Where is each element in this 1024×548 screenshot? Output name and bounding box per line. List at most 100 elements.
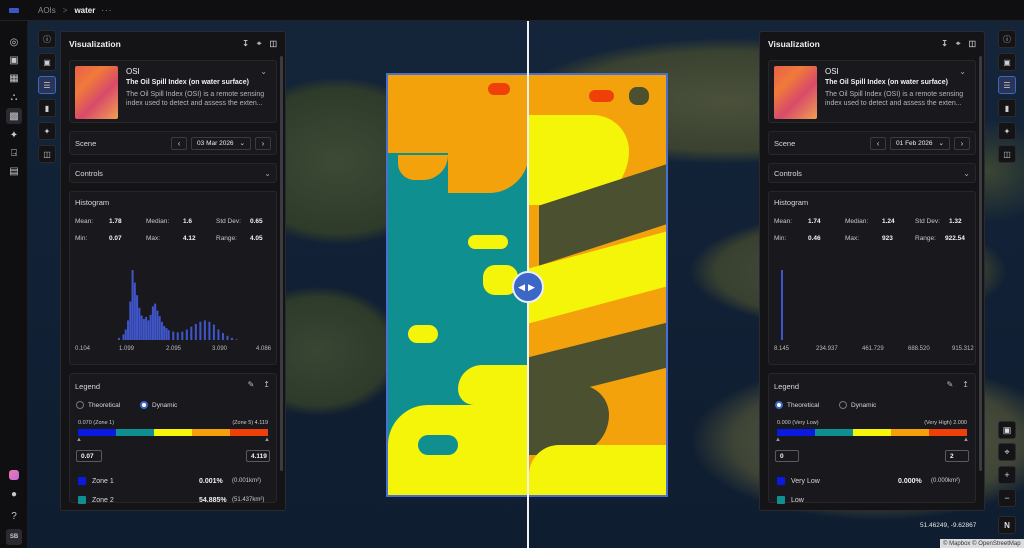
- sparkle-icon[interactable]: ✦: [998, 122, 1016, 140]
- app-logo[interactable]: [0, 0, 28, 21]
- min-handle-icon[interactable]: ▲: [775, 437, 781, 443]
- radio-dynamic[interactable]: Dynamic: [839, 401, 876, 409]
- hist-tick: 461.729: [862, 346, 884, 352]
- breadcrumb-root[interactable]: AOIs: [38, 6, 56, 15]
- chevron-down-icon[interactable]: ⌄: [260, 67, 267, 76]
- help-icon[interactable]: ?: [6, 508, 22, 524]
- radio-theoretical[interactable]: Theoretical: [775, 401, 819, 409]
- zone-swatch: [78, 477, 86, 485]
- max-value-input[interactable]: 4.119: [246, 450, 270, 462]
- next-scene-button[interactable]: ›: [255, 136, 271, 150]
- panel-title: Visualization: [69, 39, 121, 49]
- locate-icon[interactable]: ⌖: [998, 443, 1016, 461]
- histogram-bar: [149, 314, 152, 340]
- explore-icon[interactable]: ◎: [6, 34, 22, 50]
- panel-scrollbar[interactable]: [979, 56, 982, 471]
- stat-median: Median: 1.24: [845, 218, 895, 225]
- swipe-handle[interactable]: ◀▶: [512, 271, 544, 303]
- download-icon[interactable]: ↧: [941, 39, 948, 49]
- prev-scene-button[interactable]: ‹: [171, 136, 188, 150]
- export-icon[interactable]: ↥: [962, 380, 969, 389]
- min-value-input[interactable]: 0.07: [76, 450, 102, 462]
- ramp-segment: [230, 429, 268, 436]
- range-left-label: 0.070 (Zone 1): [78, 420, 115, 426]
- hist-tick: 234.937: [816, 346, 838, 352]
- map-attribution[interactable]: © Mapbox © OpenStreetMap: [940, 539, 1024, 548]
- notifications-icon[interactable]: ●: [6, 486, 22, 502]
- radio-circle: [839, 401, 847, 409]
- chart-icon[interactable]: ▮: [998, 99, 1016, 117]
- edit-icon[interactable]: ✎: [248, 380, 255, 389]
- controls-section[interactable]: Controls ⌄: [768, 163, 976, 183]
- split-view-icon[interactable]: ◫: [998, 145, 1016, 163]
- apps-icon[interactable]: [6, 467, 22, 483]
- histogram-title: Histogram: [774, 198, 809, 207]
- min-value-input[interactable]: 0: [775, 450, 799, 462]
- zoom-in-button[interactable]: +: [998, 466, 1016, 484]
- max-handle-icon[interactable]: ▲: [264, 437, 270, 443]
- user-avatar[interactable]: SB: [6, 529, 22, 545]
- ramp-segment: [777, 429, 815, 436]
- chevron-down-icon[interactable]: ⌄: [959, 67, 966, 76]
- range-right-label: (Very High) 2.000: [924, 420, 967, 426]
- download-icon[interactable]: ↧: [242, 39, 249, 49]
- chevron-down-icon: ⌄: [239, 140, 245, 147]
- info-icon[interactable]: ⓘ: [998, 30, 1016, 48]
- scene-date-select[interactable]: 01 Feb 2026 ⌄: [890, 136, 950, 150]
- catalog-icon[interactable]: ▦: [6, 70, 22, 86]
- info-icon[interactable]: ⓘ: [38, 30, 56, 48]
- more-options-icon[interactable]: ···: [101, 6, 112, 15]
- zone-swatch: [777, 477, 785, 485]
- layout-icon[interactable]: ◫: [968, 39, 976, 49]
- edit-icon[interactable]: ✎: [947, 380, 954, 389]
- chevron-down-icon: ⌄: [938, 140, 944, 147]
- prev-scene-button[interactable]: ‹: [870, 136, 887, 150]
- next-scene-button[interactable]: ›: [954, 136, 970, 150]
- store-icon[interactable]: ▤: [6, 163, 22, 179]
- layers-icon[interactable]: ☰: [38, 76, 56, 94]
- layers-icon[interactable]: ☰: [998, 76, 1016, 94]
- histogram-ticks: 0.104 1.099 2.095 3.090 4.086: [75, 346, 273, 356]
- stat-max: Max: 4.12: [146, 235, 196, 242]
- panel-scrollbar[interactable]: [280, 56, 283, 471]
- histogram-bar: [133, 282, 136, 340]
- compass-button[interactable]: N: [998, 516, 1016, 534]
- sparkle-icon[interactable]: ✦: [38, 122, 56, 140]
- image-icon[interactable]: ▣: [6, 52, 22, 68]
- layout-icon[interactable]: ◫: [269, 39, 277, 49]
- hist-tick: 3.090: [212, 346, 228, 352]
- network-icon[interactable]: ⍈: [6, 145, 22, 161]
- visualization-panel-left: Visualization ↧ ⌖ ◫ OSI The Oil Spill Inde…: [60, 31, 286, 511]
- radio-theoretical[interactable]: Theoretical: [76, 401, 120, 409]
- hist-tick: 915.312: [952, 346, 974, 352]
- split-view-icon[interactable]: ◫: [38, 145, 56, 163]
- expand-icon[interactable]: ⌖: [257, 39, 262, 49]
- expand-icon[interactable]: ⌖: [956, 39, 961, 49]
- histogram-bar: [194, 323, 197, 340]
- legend-row: Low: [777, 494, 967, 506]
- scene-selector: Scene ‹ 03 Mar 2026 ⌄ ›: [69, 131, 277, 155]
- cart-icon[interactable]: ⛬: [6, 89, 22, 105]
- zoom-out-button[interactable]: −: [998, 489, 1016, 507]
- screenshot-icon[interactable]: ▣: [998, 421, 1016, 439]
- chart-icon[interactable]: ▮: [38, 99, 56, 117]
- stat-min: Min: 0.07: [75, 235, 122, 242]
- histogram-bar: [176, 332, 179, 340]
- max-handle-icon[interactable]: ▲: [963, 437, 969, 443]
- layer-card[interactable]: OSI The Oil Spill Index (on water surfac…: [69, 60, 277, 123]
- radio-dynamic[interactable]: Dynamic: [140, 401, 177, 409]
- scene-date-select[interactable]: 03 Mar 2026 ⌄: [191, 136, 251, 150]
- right-tool-rail: ⓘ ▣ ☰ ▮ ✦ ◫: [998, 30, 1016, 168]
- max-value-input[interactable]: 2: [945, 450, 969, 462]
- layer-card[interactable]: OSI The Oil Spill Index (on water surfac…: [768, 60, 976, 123]
- image-icon[interactable]: ▣: [998, 53, 1016, 71]
- export-icon[interactable]: ↥: [263, 380, 270, 389]
- ramp-segment: [154, 429, 192, 436]
- min-handle-icon[interactable]: ▲: [76, 437, 82, 443]
- controls-label: Controls: [75, 168, 103, 178]
- map-icon[interactable]: ▩: [6, 108, 22, 124]
- image-icon[interactable]: ▣: [38, 53, 56, 71]
- radio-circle: [76, 401, 84, 409]
- controls-section[interactable]: Controls ⌄: [69, 163, 277, 183]
- workflow-icon[interactable]: ✦: [6, 127, 22, 143]
